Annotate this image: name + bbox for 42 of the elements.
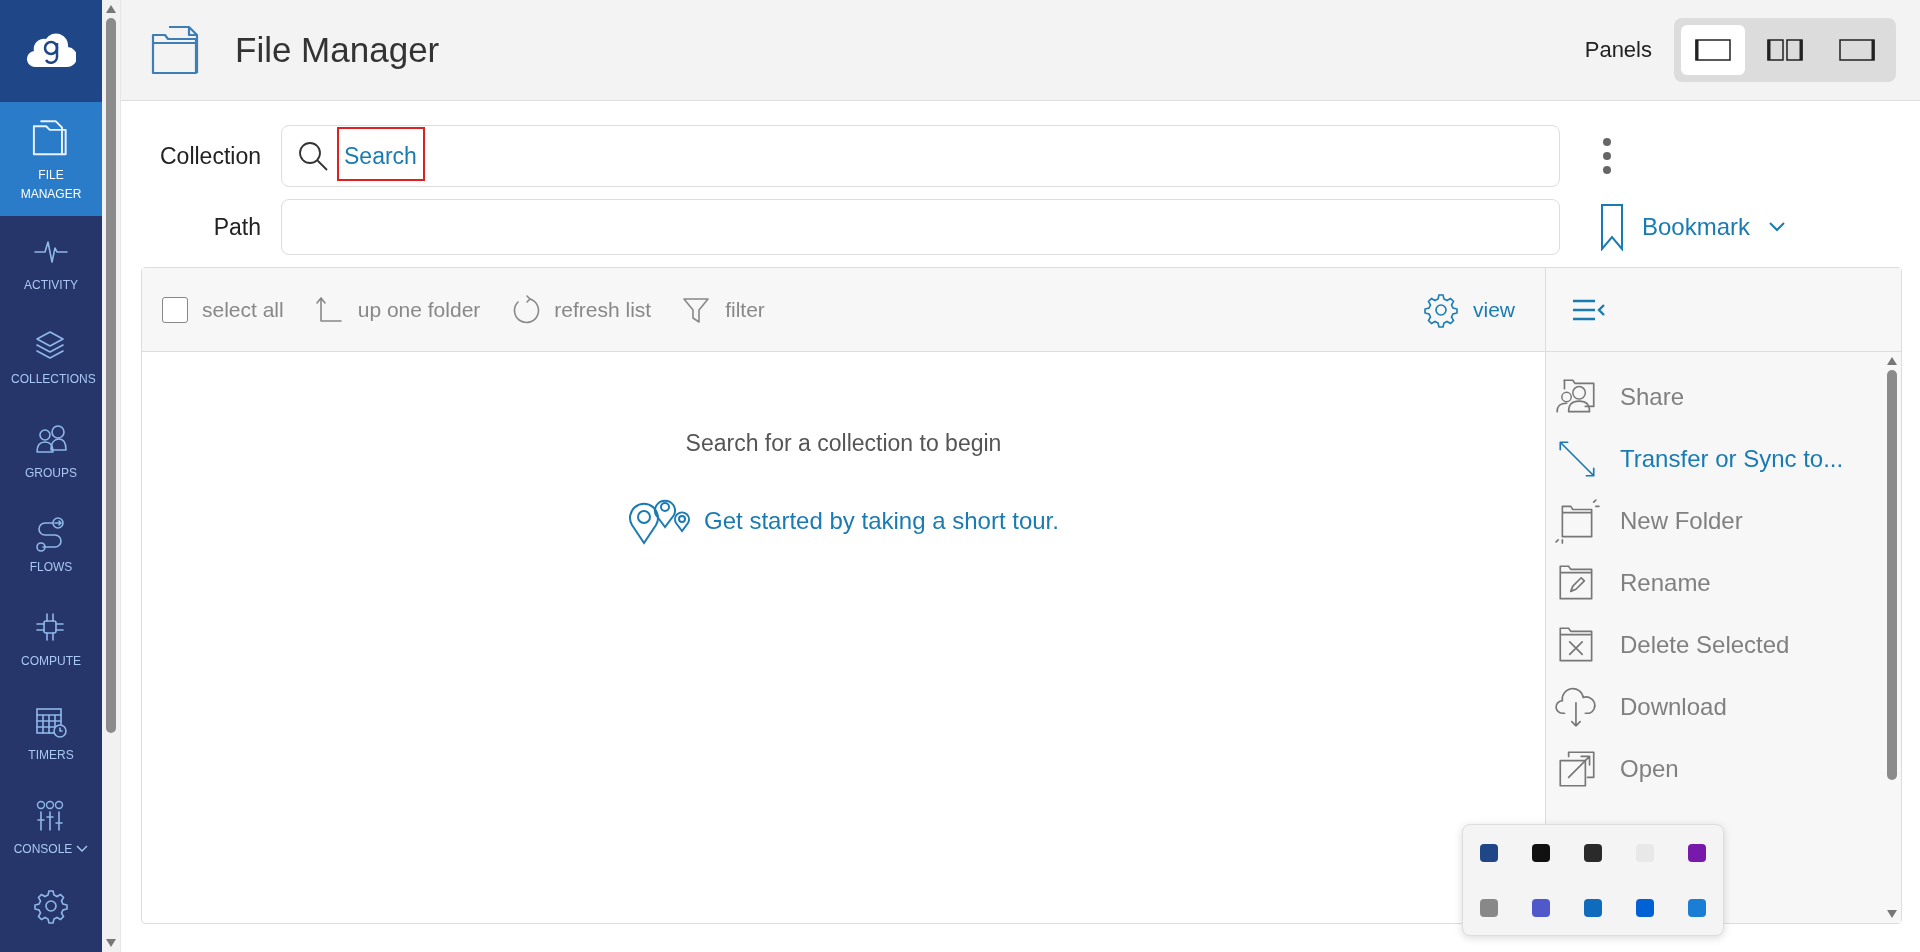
collection-search-field[interactable]: Search — [281, 125, 1560, 187]
scroll-down-icon[interactable] — [1886, 909, 1898, 919]
sidebar-item[interactable]: CONSOLE — [0, 780, 102, 874]
scroll-up-icon[interactable] — [105, 4, 117, 14]
tray-app-icon[interactable] — [1531, 842, 1551, 863]
tray-app-icon[interactable] — [1583, 842, 1603, 863]
sidebar-item[interactable]: ACTIVITY — [0, 216, 102, 310]
collection-label: Collection — [159, 142, 261, 170]
sidebar-item[interactable]: GROUPS — [0, 404, 102, 498]
more-options-icon[interactable] — [1600, 136, 1614, 176]
settings-icon[interactable] — [33, 888, 69, 924]
path-label: Path — [212, 213, 261, 241]
sidebar-item[interactable]: COLLECTIONS — [0, 310, 102, 404]
action-item[interactable]: Transfer or Sync to... — [1546, 428, 1883, 490]
path-field[interactable] — [281, 199, 1560, 255]
sidebar-item[interactable]: FLOWS — [0, 498, 102, 592]
caret-icon — [1768, 221, 1787, 233]
bookmark-icon — [1600, 203, 1624, 251]
page-title: File Manager — [235, 30, 441, 70]
tour-link[interactable]: Get started by taking a short tour. — [628, 497, 1059, 545]
layout-icon — [1695, 39, 1731, 61]
new-folder-icon — [1554, 498, 1600, 544]
view-button[interactable]: view — [1423, 291, 1515, 328]
sidebar-item[interactable]: TIMERS — [0, 686, 102, 780]
bookmark-button[interactable]: Bookmark — [1580, 202, 1793, 252]
sidebar-item[interactable]: FILE MANAGER — [0, 102, 102, 216]
select-all-checkbox[interactable]: select all — [162, 296, 284, 323]
map-pins-icon — [628, 497, 693, 545]
empty-state-message: Search for a collection to begin — [685, 430, 1002, 457]
search-icon — [297, 140, 329, 172]
panels-label: Panels — [1584, 37, 1652, 63]
caret-icon — [76, 845, 89, 853]
sidebar-item[interactable]: COMPUTE — [0, 592, 102, 686]
scroll-down-icon[interactable] — [105, 938, 117, 948]
layout-icon — [1767, 39, 1803, 61]
settings-icon — [1423, 291, 1459, 328]
panel-layout-button[interactable] — [1681, 25, 1745, 75]
tray-app-icon[interactable] — [1687, 842, 1707, 863]
tray-app-icon[interactable] — [1479, 842, 1499, 863]
scroll-up-icon[interactable] — [1886, 356, 1898, 366]
layout-icon — [1839, 39, 1875, 61]
up-arrow-icon — [313, 294, 344, 325]
